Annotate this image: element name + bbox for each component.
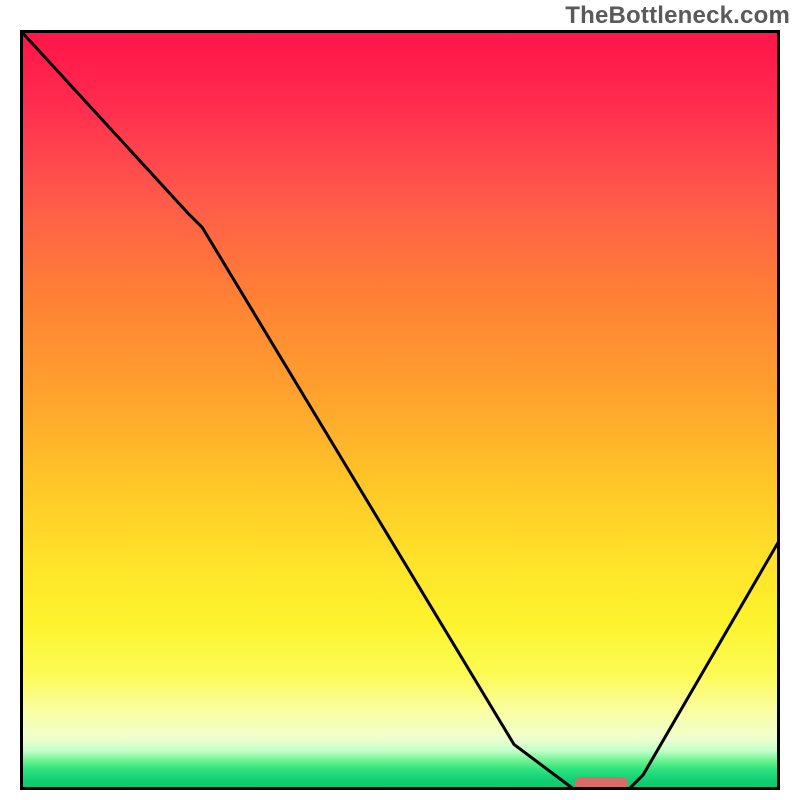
data-curve [20, 30, 780, 790]
minimum-marker [575, 777, 628, 790]
chart-plot [20, 30, 780, 790]
chart-svg [20, 30, 780, 790]
watermark-text: TheBottleneck.com [565, 2, 790, 30]
